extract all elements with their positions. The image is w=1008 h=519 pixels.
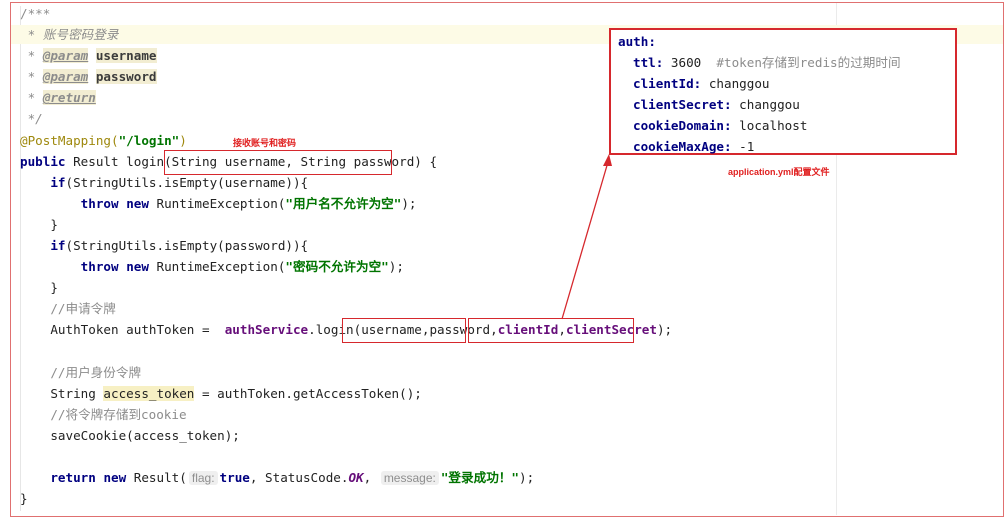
arrow-head [603,154,612,166]
arrow-line [561,161,609,320]
annotation-arrow [561,154,612,320]
